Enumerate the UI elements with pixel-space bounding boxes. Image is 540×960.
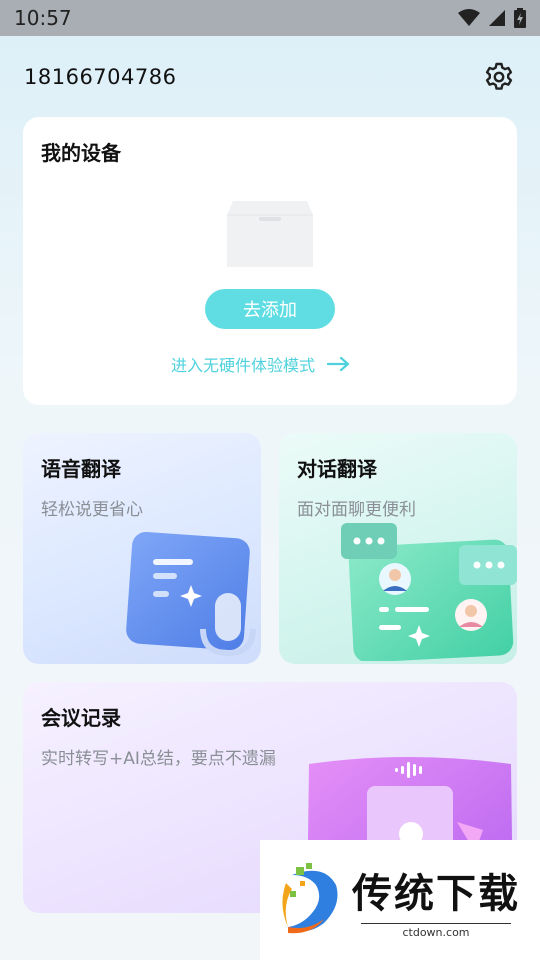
account-phone: 18166704786 [24,65,177,89]
dialogue-translation-subtitle: 面对面聊更便利 [297,500,416,520]
arrow-right-icon [327,356,350,372]
status-bar: 10:57 [0,0,540,36]
meeting-record-title: 会议记录 [41,706,121,730]
voice-translation-subtitle: 轻松说更省心 [41,500,143,520]
voice-translation-title: 语音翻译 [41,457,121,481]
watermark: 传统下载 ctdown.com [260,840,540,960]
dialogue-illustration [341,523,517,661]
header: 18166704786 [24,60,516,94]
add-device-button[interactable]: 去添加 [205,289,335,329]
voice-translation-card[interactable]: 语音翻译 轻松说更省心 [23,433,261,664]
watermark-title: 传统下载 [352,871,520,917]
status-icons [458,8,526,28]
dialogue-translation-card[interactable]: 对话翻译 面对面聊更便利 [279,433,517,664]
watermark-url: ctdown.com [361,923,511,939]
status-time: 10:57 [14,6,72,30]
my-device-card: 我的设备 去添加 进入无硬件体验模式 [23,117,517,405]
wifi-icon [458,9,480,26]
dialogue-translation-title: 对话翻译 [297,457,377,481]
trial-mode-link[interactable]: 进入无硬件体验模式 [171,351,351,377]
settings-button[interactable] [482,60,516,94]
trial-mode-label: 进入无硬件体验模式 [171,356,316,375]
battery-icon [514,8,526,28]
gear-icon [485,62,513,90]
signal-icon [489,10,505,26]
meeting-record-subtitle: 实时转写+AI总结，要点不遗漏 [41,749,276,769]
voice-device-illustration [126,531,256,657]
empty-box-icon [227,201,313,267]
device-card-title: 我的设备 [41,141,121,165]
watermark-logo-icon [282,863,338,934]
watermark-text: 传统下载 ctdown.com [352,861,520,939]
